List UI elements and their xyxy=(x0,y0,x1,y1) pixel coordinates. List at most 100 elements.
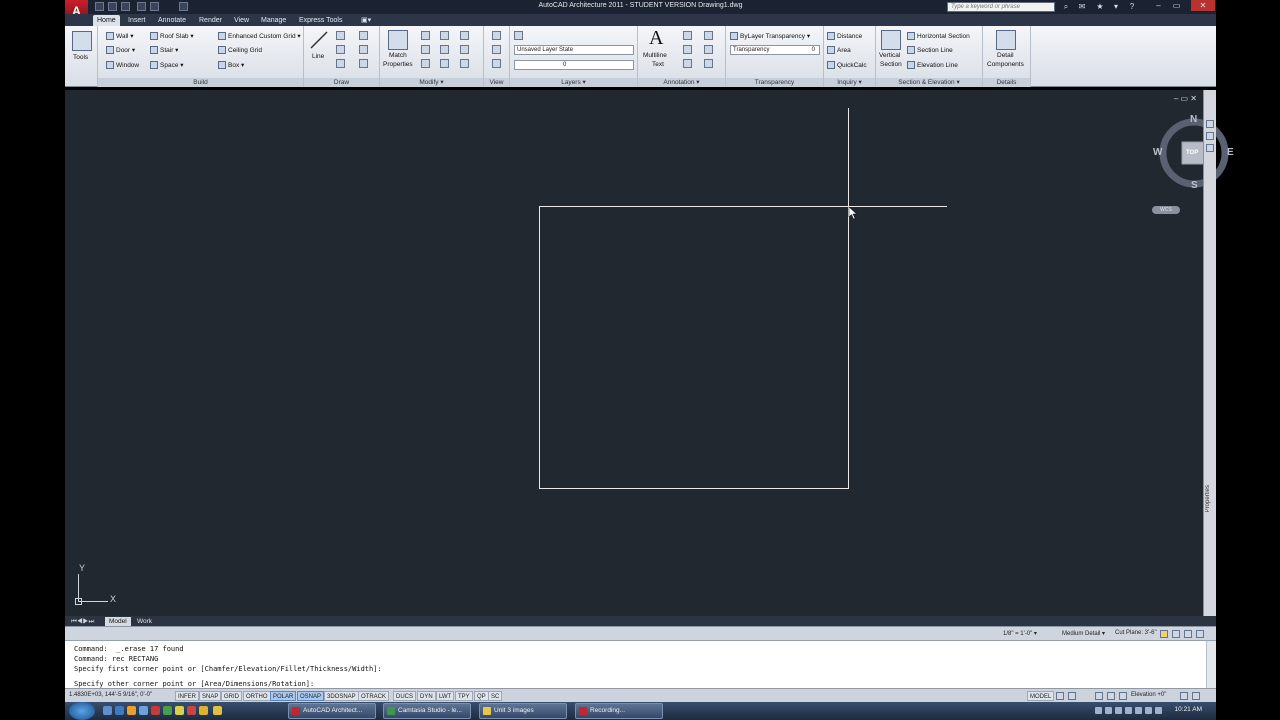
roof-slab-button[interactable]: Roof Slab ▾ xyxy=(150,32,194,41)
layers-panel-label[interactable]: Layers ▾ xyxy=(510,78,637,87)
tray-icon-2[interactable] xyxy=(1105,707,1112,714)
build-panel-label[interactable]: Build xyxy=(98,78,303,87)
draw-panel-label[interactable]: Draw xyxy=(304,78,379,87)
maximize-window-button[interactable]: ▭ xyxy=(1168,0,1185,11)
compass-north[interactable]: N xyxy=(1190,114,1197,125)
taskbar-camtasia[interactable]: Camtasia Studio - le... xyxy=(383,703,471,719)
status-toggle-tpy[interactable]: TPY xyxy=(455,691,473,701)
layout-nav-arrows[interactable]: ⏮◀▶⏭ xyxy=(67,617,98,626)
quick-launch-app-3-icon[interactable] xyxy=(175,706,184,715)
quick-launch-ie-icon[interactable] xyxy=(115,706,124,715)
quick-launch-app-2-icon[interactable] xyxy=(163,706,172,715)
status-toggle-otrack[interactable]: OTRACK xyxy=(358,691,390,701)
palette-options-icon[interactable] xyxy=(1206,144,1214,152)
palette-autohide-icon[interactable] xyxy=(1206,132,1214,140)
command-prompt[interactable]: Specify other corner point or [Area/Dime… xyxy=(74,680,314,688)
tray-icon-3[interactable] xyxy=(1115,707,1122,714)
offset-icon[interactable] xyxy=(440,59,449,68)
properties-label[interactable]: Properties xyxy=(383,60,413,69)
quick-view-layouts-icon[interactable] xyxy=(1056,692,1064,700)
tab-insert[interactable]: Insert xyxy=(124,15,150,26)
hatch-icon[interactable] xyxy=(359,59,368,68)
enhanced-custom-grid-button[interactable]: Enhanced Custom Grid ▾ xyxy=(218,32,301,41)
quick-view-drawings-icon[interactable] xyxy=(1068,692,1076,700)
subscription-icon[interactable]: ▾ xyxy=(1111,2,1121,12)
space-button[interactable]: Space ▾ xyxy=(150,61,184,70)
tools-icon[interactable] xyxy=(72,31,92,51)
copy-icon[interactable] xyxy=(440,45,449,54)
viewcube-top-face[interactable]: TOP xyxy=(1186,150,1198,156)
layer-properties-icon[interactable] xyxy=(514,31,523,40)
quick-launch-firefox-icon[interactable] xyxy=(127,706,136,715)
compass-south[interactable]: S xyxy=(1191,180,1198,191)
command-line[interactable]: Command: _.erase 17 found Command: rec R… xyxy=(65,640,1216,689)
polyline-icon[interactable] xyxy=(336,31,345,40)
start-button[interactable] xyxy=(69,702,95,720)
view-icon[interactable] xyxy=(492,31,501,40)
keynote-icon[interactable] xyxy=(704,45,713,54)
workspace-switching-icon[interactable] xyxy=(1095,692,1103,700)
drawing-canvas[interactable]: ‒ ▭ ✕ Y X N S W E TOP WCS xyxy=(65,90,1234,616)
horizontal-section-button[interactable]: Horizontal Section xyxy=(907,32,970,41)
transparency-field[interactable]: Transparency 0 xyxy=(730,45,820,55)
status-toggle-lwt[interactable]: LWT xyxy=(436,691,455,701)
tag-icon[interactable] xyxy=(704,59,713,68)
tab-model[interactable]: Model xyxy=(105,617,131,626)
distance-button[interactable]: Distance xyxy=(827,32,862,41)
quickcalc-button[interactable]: QuickCalc xyxy=(827,61,867,70)
stretch-icon[interactable] xyxy=(460,45,469,54)
ellipse-icon[interactable] xyxy=(359,45,368,54)
tab-home[interactable]: Home xyxy=(93,15,120,26)
status-toggle-ortho[interactable]: ORTHO xyxy=(243,691,271,701)
zoom-icon[interactable] xyxy=(492,59,501,68)
help-search-input[interactable]: Type a keyword or phrase xyxy=(947,2,1055,12)
rotate-icon[interactable] xyxy=(440,31,449,40)
table-icon[interactable] xyxy=(683,59,692,68)
detail-label[interactable]: Detail xyxy=(997,51,1014,60)
point-icon[interactable] xyxy=(359,31,368,40)
taskbar-unit-3-images[interactable]: Unit 3 images xyxy=(479,703,567,719)
status-toggle-polar[interactable]: POLAR xyxy=(270,691,297,701)
vertical-section-icon[interactable] xyxy=(881,30,901,50)
properties-palette-label[interactable]: Properties xyxy=(1205,485,1211,512)
match-label[interactable]: Match xyxy=(389,51,407,60)
door-button[interactable]: Door ▾ xyxy=(106,46,135,55)
favorites-icon[interactable]: ★ xyxy=(1095,2,1105,12)
annotation-scale-dropdown[interactable]: 1/8" = 1'-0" ▾ xyxy=(1003,630,1037,637)
dimension-icon[interactable] xyxy=(683,31,692,40)
window-button[interactable]: Window xyxy=(106,61,139,70)
bulb-icon[interactable] xyxy=(1160,630,1168,638)
surface-hatch-toggle-icon[interactable] xyxy=(1184,630,1192,638)
inquiry-panel-label[interactable]: Inquiry ▾ xyxy=(824,78,875,87)
quick-launch-explorer-icon[interactable] xyxy=(139,706,148,715)
bylayer-transparency-dropdown[interactable]: ByLayer Transparency ▾ xyxy=(730,32,810,41)
tools-button-label[interactable]: Tools xyxy=(73,53,88,62)
elevation-control[interactable]: Elevation +0" xyxy=(1131,692,1166,698)
layer-state-dropdown[interactable]: Unsaved Layer State xyxy=(514,45,634,55)
cut-plane-button[interactable]: Cut Plane: 3'-6" xyxy=(1115,630,1157,636)
elevation-icon[interactable] xyxy=(1119,692,1127,700)
model-space-toggle[interactable]: MODEL xyxy=(1027,691,1055,701)
status-toggle-sc[interactable]: SC xyxy=(488,691,503,701)
object-snap-settings-icon[interactable] xyxy=(1107,692,1115,700)
transparency-panel-label[interactable]: Transparency xyxy=(726,78,823,87)
compass-east[interactable]: E xyxy=(1227,147,1234,158)
detail-components-icon[interactable] xyxy=(996,30,1016,50)
palette-close-icon[interactable] xyxy=(1206,120,1214,128)
status-toggle-ducs[interactable]: DUCS xyxy=(393,691,417,701)
area-button[interactable]: Area xyxy=(827,46,851,55)
layer-dropdown[interactable]: 0 xyxy=(514,60,634,70)
status-toggle-qp[interactable]: QP xyxy=(474,691,489,701)
command-line-scrollbar[interactable] xyxy=(1206,641,1216,689)
trim-icon[interactable] xyxy=(421,45,430,54)
status-toggle-infer[interactable]: INFER xyxy=(175,691,199,701)
move-icon[interactable] xyxy=(421,31,430,40)
details-panel-label[interactable]: Details xyxy=(983,78,1030,87)
revision-cloud-icon[interactable] xyxy=(704,31,713,40)
mirror-icon[interactable] xyxy=(460,31,469,40)
tray-settings-icon[interactable] xyxy=(1180,692,1188,700)
annotation-panel-label[interactable]: Annotation ▾ xyxy=(638,78,725,87)
tab-annotate[interactable]: Annotate xyxy=(154,15,190,26)
wcs-menu[interactable]: WCS xyxy=(1152,206,1180,214)
line-icon[interactable] xyxy=(309,30,329,50)
